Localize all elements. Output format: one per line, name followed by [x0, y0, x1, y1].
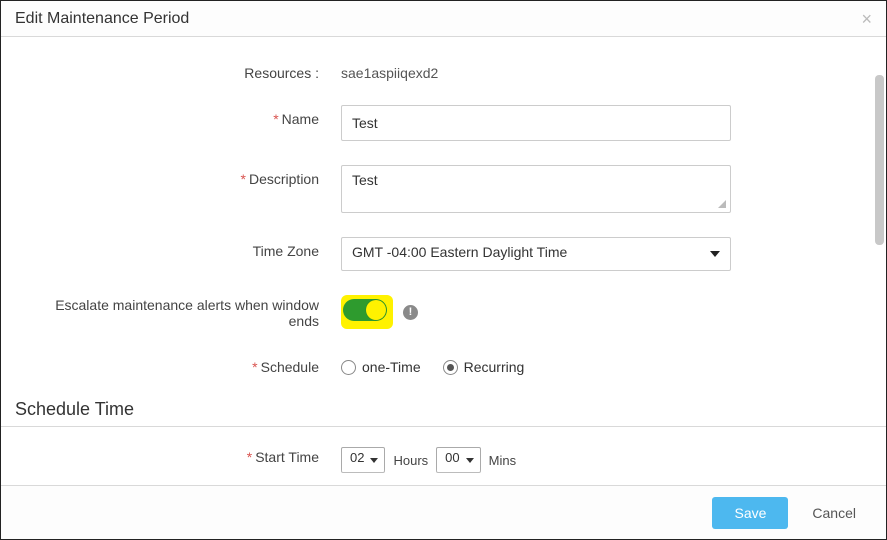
modal-body: Resources : sae1aspiiqexd2 *Name *Descri… [1, 37, 886, 485]
timezone-selected-value: GMT -04:00 Eastern Daylight Time [352, 244, 567, 260]
radio-icon [341, 360, 356, 375]
hours-unit-label: Hours [393, 453, 428, 468]
close-icon[interactable]: × [861, 10, 872, 28]
resources-value: sae1aspiiqexd2 [341, 59, 731, 81]
description-textarea[interactable]: Test [341, 165, 731, 213]
toggle-knob [366, 300, 386, 320]
save-button[interactable]: Save [712, 497, 788, 529]
schedule-radio-recurring[interactable]: Recurring [443, 359, 525, 375]
chevron-down-icon [466, 458, 474, 463]
modal-footer: Save Cancel [1, 485, 886, 539]
start-mins-select[interactable]: 00 [436, 447, 480, 473]
timezone-select[interactable]: GMT -04:00 Eastern Daylight Time [341, 237, 731, 271]
name-input[interactable] [341, 105, 731, 141]
scrollbar-thumb[interactable] [875, 75, 884, 245]
form-scroll-area[interactable]: Resources : sae1aspiiqexd2 *Name *Descri… [1, 37, 886, 485]
start-time-label: *Start Time [41, 443, 341, 465]
radio-icon [443, 360, 458, 375]
modal-title: Edit Maintenance Period [15, 10, 189, 28]
info-icon[interactable]: ! [403, 305, 418, 320]
modal-window: Edit Maintenance Period × Resources : sa… [0, 0, 887, 540]
schedule-radio-onetime[interactable]: one-Time [341, 359, 421, 375]
cancel-button[interactable]: Cancel [806, 504, 862, 522]
start-hours-select[interactable]: 02 [341, 447, 385, 473]
chevron-down-icon [710, 251, 720, 257]
schedule-label: *Schedule [41, 353, 341, 375]
escalate-highlight [341, 295, 393, 329]
escalate-toggle[interactable] [343, 299, 387, 321]
modal-header: Edit Maintenance Period × [1, 1, 886, 37]
description-label: *Description [41, 165, 341, 187]
resources-label: Resources : [41, 59, 341, 81]
timezone-label: Time Zone [41, 237, 341, 259]
schedule-time-heading: Schedule Time [1, 393, 886, 427]
resize-handle-icon[interactable] [718, 200, 726, 208]
name-label: *Name [41, 105, 341, 127]
chevron-down-icon [370, 458, 378, 463]
escalate-label: Escalate maintenance alerts when window … [41, 295, 341, 329]
mins-unit-label: Mins [489, 453, 516, 468]
